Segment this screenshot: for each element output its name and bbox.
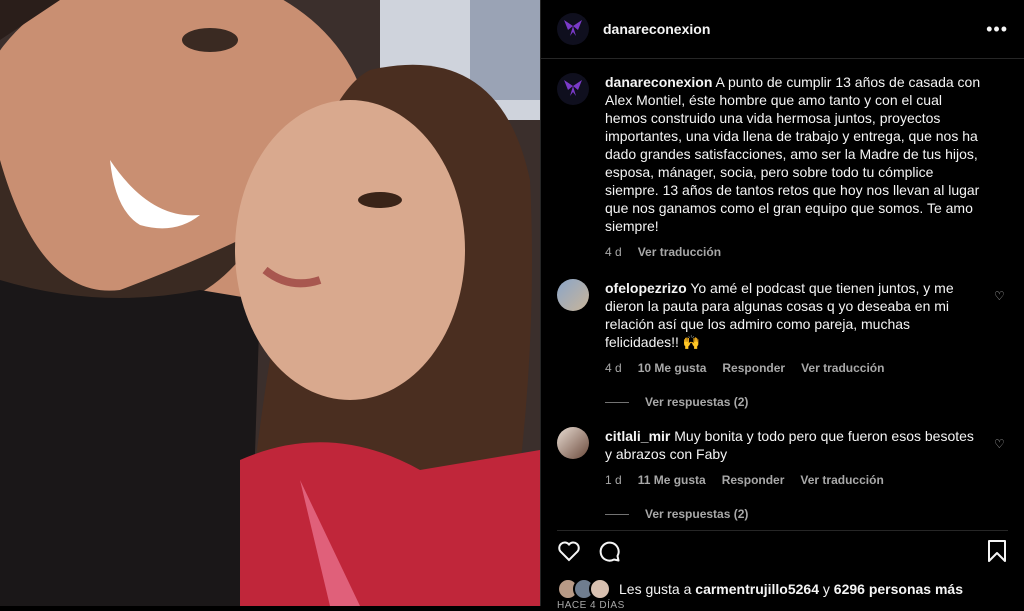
liker-avatars — [557, 578, 611, 600]
liker-avatar — [589, 578, 611, 600]
likes-summary[interactable]: Les gusta a carmentrujillo5264 y 6296 pe… — [557, 578, 963, 600]
author-avatar[interactable] — [557, 13, 589, 45]
wings-logo-icon — [564, 80, 582, 96]
post-side-panel: danareconexion ••• danareconexion A punt… — [540, 0, 1024, 611]
likes-prefix: Les gusta a — [619, 581, 696, 597]
commenter-avatar[interactable] — [557, 427, 589, 459]
reply-button[interactable]: Responder — [722, 359, 785, 377]
caption-username[interactable]: danareconexion — [605, 74, 712, 90]
comment-text-block: citlali_mir Muy bonita y todo pero que f… — [605, 427, 982, 463]
comment-item: ofelopezrizo Yo amé el podcast que tiene… — [557, 279, 1008, 377]
replies-divider — [605, 513, 629, 515]
bookmark-icon[interactable] — [986, 539, 1008, 563]
heart-icon[interactable]: ♡ — [994, 289, 1008, 377]
caption: danareconexion A punto de cumplir 13 año… — [557, 73, 1008, 261]
comment-icon[interactable] — [597, 539, 621, 563]
comment-username[interactable]: ofelopezrizo — [605, 280, 687, 296]
comment-time: 4 d — [605, 361, 622, 375]
caption-text: A punto de cumplir 13 años de casada con… — [605, 74, 981, 234]
likes-count[interactable]: 6296 personas más — [834, 581, 963, 597]
wings-logo-icon — [564, 20, 582, 36]
replies-divider — [605, 401, 629, 403]
comment-translate-link[interactable]: Ver traducción — [801, 359, 884, 377]
likes-user[interactable]: carmentrujillo5264 — [695, 581, 819, 597]
view-replies-label: Ver respuestas (2) — [645, 507, 749, 521]
comment-item: citlali_mir Muy bonita y todo pero que f… — [557, 427, 1008, 489]
comment-username[interactable]: citlali_mir — [605, 428, 670, 444]
comment-text-block: ofelopezrizo Yo amé el podcast que tiene… — [605, 279, 982, 351]
comment-meta: 4 d 10 Me gusta Responder Ver traducción — [605, 359, 982, 377]
more-icon[interactable]: ••• — [986, 19, 1008, 40]
caption-translate-link[interactable]: Ver traducción — [638, 243, 721, 261]
post-viewer: danareconexion ••• danareconexion A punt… — [0, 0, 1024, 611]
comment-meta: 1 d 11 Me gusta Responder Ver traducción — [605, 471, 982, 489]
caption-time: 4 d — [605, 245, 622, 259]
comment-time: 1 d — [605, 473, 622, 487]
comment-likes[interactable]: 10 Me gusta — [638, 359, 707, 377]
caption-avatar[interactable] — [557, 73, 589, 105]
post-header: danareconexion ••• — [541, 0, 1024, 59]
comments-list: danareconexion A punto de cumplir 13 año… — [541, 59, 1024, 525]
comment-likes[interactable]: 11 Me gusta — [638, 471, 706, 489]
view-replies[interactable]: Ver respuestas (2) — [605, 507, 1008, 521]
author-username[interactable]: danareconexion — [603, 21, 710, 37]
comment-translate-link[interactable]: Ver traducción — [800, 471, 883, 489]
couple-selfie-image — [0, 0, 540, 606]
commenter-avatar[interactable] — [557, 279, 589, 311]
view-replies-label: Ver respuestas (2) — [645, 395, 749, 409]
caption-meta: 4 d Ver traducción — [605, 243, 982, 261]
post-actions — [557, 530, 1008, 563]
reply-button[interactable]: Responder — [722, 471, 785, 489]
likes-middle: y — [819, 581, 834, 597]
heart-icon[interactable]: ♡ — [994, 437, 1008, 489]
post-photo[interactable] — [0, 0, 540, 606]
like-heart-icon[interactable] — [557, 539, 581, 563]
caption-text-block: danareconexion A punto de cumplir 13 año… — [605, 73, 982, 235]
view-replies[interactable]: Ver respuestas (2) — [605, 395, 1008, 409]
